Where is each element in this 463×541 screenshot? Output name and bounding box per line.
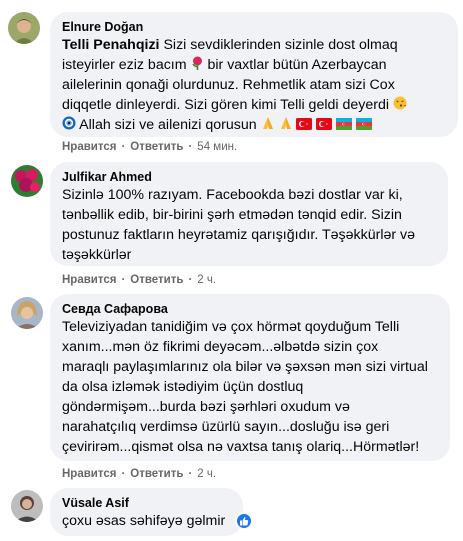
avatar-woman-icon[interactable] (11, 297, 43, 329)
comment-line: tənbəllik edib, bir-birini şərh etmədən … (62, 207, 402, 223)
avatar-flowers-icon[interactable] (11, 165, 43, 197)
turkey-flag-icon (296, 118, 313, 133)
separator: · (188, 141, 193, 153)
comment-line: maraqlı paylaşımlarınız ola bilər və şəx… (62, 359, 428, 375)
comment-text: çoxu əsas səhifəyə gəlmir (62, 511, 231, 531)
reply-link[interactable]: Ответить (130, 274, 183, 286)
comment-line: bir vaxtlar bütün Azerbaycan (207, 57, 387, 73)
comment-author[interactable]: Vüsale Asif (62, 495, 231, 511)
like-link[interactable]: Нравится (62, 274, 116, 286)
comment-line: isteyirler eziz bacım (62, 57, 187, 73)
comment-bubble: Elnure Doğan Telli Penahqizi Sizi sevdik… (50, 12, 458, 137)
comment-author[interactable]: Julfikar Ahmed (62, 169, 436, 185)
comment-line: Allah sizi ve ailenizi qorusun (79, 117, 257, 133)
evil-eye-icon (62, 116, 76, 133)
timestamp[interactable]: 54 мин. (197, 141, 237, 153)
rose-icon (191, 56, 204, 73)
comment-actions: Нравится · Ответить · 2 ч. (62, 274, 216, 286)
folded-hands-icon (279, 116, 293, 133)
comment-line: çevirirəm...qismət olsa nə vaxtsa tanış … (62, 439, 420, 455)
comment-text: Televiziyadan tanidiğim və çox hörmət qo… (62, 317, 438, 457)
separator: · (188, 468, 193, 480)
comment-author[interactable]: Севда Сафарова (62, 301, 438, 317)
like-link[interactable]: Нравится (62, 141, 116, 153)
comment-line: xanım...mən öz fikrimi deyəcəm...əlbətdə… (62, 339, 379, 355)
comment-author[interactable]: Elnure Doğan (62, 19, 446, 35)
comment-line: Televiziyadan tanidiğim və çox hörmət qo… (62, 319, 400, 335)
comment-line: diqqetle dinleyerdi. Sizi gören kimi Tel… (62, 97, 390, 113)
comment-line: postunuz faktların heyrətamiz qarışığıdı… (62, 227, 416, 243)
separator: · (188, 274, 193, 286)
comment-line: təşəkkürlər (62, 247, 132, 263)
separator: · (121, 274, 126, 286)
timestamp[interactable]: 2 ч. (197, 468, 216, 480)
comment-line: göndərmişəm...burda bəzi şərhləri oxudum… (62, 399, 350, 415)
avatar-person-icon[interactable] (11, 490, 43, 522)
comment-line: narahatçılıq verdimsə üzürlü sayın...dos… (62, 419, 390, 435)
comment-actions: Нравится · Ответить · 2 ч. (62, 468, 216, 480)
reply-link[interactable]: Ответить (130, 468, 183, 480)
comment-line: çoxu əsas səhifəyə gəlmir (62, 513, 226, 529)
turkey-flag-icon (316, 118, 333, 133)
azerbaijan-flag-icon (336, 118, 353, 133)
comment-line: da olsa izləmək istədiyim üçün dostluq (62, 379, 304, 395)
comment-bubble: Julfikar Ahmed Sizinlə 100% razıyam. Fac… (50, 162, 448, 266)
like-link[interactable]: Нравится (62, 468, 116, 480)
mention-link[interactable]: Telli Penahqizi (62, 37, 160, 53)
separator: · (121, 141, 126, 153)
comment-text: Telli Penahqizi Sizi sevdiklerinden sizi… (62, 35, 446, 135)
comment-line: Sizinlə 100% razıyam. Facebookda bəzi do… (62, 187, 403, 203)
comment-line: Sizi sevdiklerinden sizinle dost olmaq (163, 37, 398, 53)
comment-text: Sizinlə 100% razıyam. Facebookda bəzi do… (62, 185, 436, 265)
folded-hands-icon (261, 116, 275, 133)
timestamp[interactable]: 2 ч. (197, 274, 216, 286)
comment-bubble: Севда Сафарова Televiziyadan tanidiğim v… (50, 294, 450, 461)
separator: · (121, 468, 126, 480)
reply-link[interactable]: Ответить (130, 141, 183, 153)
smiley-kiss-icon (393, 96, 407, 113)
comment-bubble: Vüsale Asif çoxu əsas səhifəyə gəlmir (50, 488, 243, 536)
comment-line: ailelerinin qonaği olurdunuz. Rehmetlik … (62, 77, 395, 93)
like-thumb-icon[interactable] (235, 512, 253, 530)
azerbaijan-flag-icon (356, 118, 373, 133)
avatar-photo-icon[interactable] (8, 12, 40, 44)
comment-actions: Нравится · Ответить · 54 мин. (62, 141, 237, 153)
